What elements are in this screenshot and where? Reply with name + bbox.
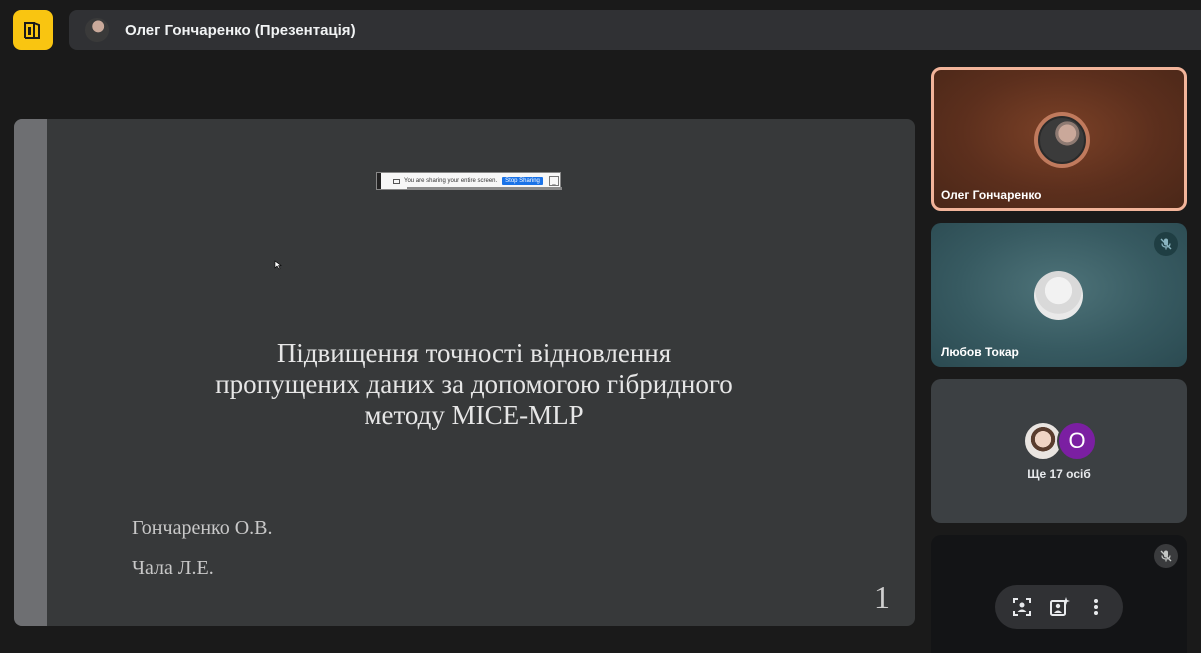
more-vert-icon [1094, 599, 1099, 615]
slide-page-number: 1 [874, 579, 890, 615]
mic-muted-icon [1154, 232, 1178, 256]
screen-share-toolbar: You are sharing your entire screen. Stop… [376, 172, 562, 190]
visual-effects-button[interactable] [1043, 591, 1075, 623]
participant-tile-speaking[interactable]: Олег Гончаренко [931, 67, 1187, 211]
participant-avatar [1034, 112, 1090, 168]
slide-title: Підвищення точності відновлення пропущен… [74, 338, 874, 431]
more-participants-tile[interactable]: О Ще 17 осіб [931, 379, 1187, 523]
mouse-cursor-icon [274, 260, 282, 270]
slide-author: Чала Л.Е. [132, 557, 214, 579]
participant-avatar [1034, 271, 1083, 320]
door-logo-icon [24, 22, 40, 39]
more-participants-label: Ще 17 осіб [1027, 467, 1091, 481]
effects-sparkle-icon [1049, 597, 1070, 616]
participant-name: Олег Гончаренко [941, 188, 1042, 202]
presenter-avatar [85, 18, 109, 42]
slide-title-line: пропущених даних за допомогою гібридного [215, 369, 733, 399]
meeting-title-bar: Олег Гончаренко (Презентація) [69, 10, 1201, 50]
framing-button[interactable] [1006, 591, 1038, 623]
app-logo[interactable] [13, 10, 53, 50]
slide-title-line: методу MICE-MLP [364, 400, 584, 430]
person-frame-icon [1012, 598, 1031, 616]
participant-letter-avatar: О [1057, 421, 1097, 461]
presentation-view[interactable]: You are sharing your entire screen. Stop… [14, 119, 915, 626]
participant-photo [1038, 116, 1086, 164]
self-view-controls [995, 585, 1123, 629]
slide-author: Гончаренко О.В. [132, 517, 273, 539]
slide-title-line: Підвищення точності відновлення [276, 338, 672, 368]
share-toolbar-bottom [407, 187, 562, 190]
screen-icon [393, 178, 400, 184]
share-message: You are sharing your entire screen. [393, 178, 497, 184]
slide-side-strip [14, 119, 47, 626]
more-options-button[interactable] [1080, 591, 1112, 623]
participant-name: Любов Токар [941, 345, 1019, 359]
mic-muted-icon [1154, 544, 1178, 568]
share-toolbar-edge [377, 173, 381, 189]
share-message-text: You are sharing your entire screen. [404, 178, 498, 184]
group-avatars: О [1023, 421, 1103, 461]
hide-button: _ [548, 176, 559, 186]
meeting-title: Олег Гончаренко (Презентація) [125, 21, 356, 39]
participant-tile[interactable]: Любов Токар [931, 223, 1187, 367]
stop-sharing-button: Stop Sharing [502, 177, 543, 185]
